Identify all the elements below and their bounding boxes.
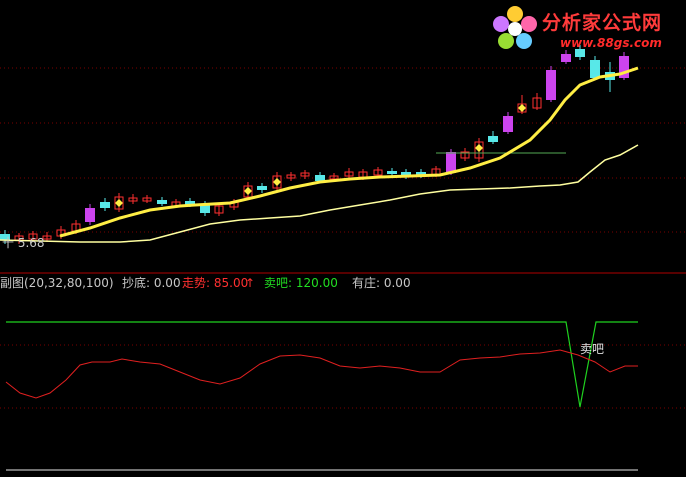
- signal-marker: [115, 199, 123, 207]
- candle-body: [315, 175, 325, 181]
- candle-body: [503, 116, 513, 132]
- candlesticks: [0, 45, 629, 244]
- signal-marker: [244, 187, 252, 195]
- candle-body: [157, 200, 167, 204]
- legend-youzhuang: 有庄: 0.00: [352, 276, 411, 290]
- candle-body: [590, 60, 600, 78]
- logo-title: 分析家公式网: [542, 12, 663, 34]
- sell-signal-line: [6, 321, 638, 408]
- site-logo[interactable]: 分析家公式网 www.88gs.com: [486, 2, 684, 56]
- legend-chaodi: 抄底: 0.00: [122, 276, 181, 290]
- candle-body: [85, 208, 95, 222]
- candle-body: [100, 202, 110, 208]
- signal-marker: [518, 104, 526, 112]
- candle-body: [387, 171, 397, 174]
- chart-canvas[interactable]: [0, 0, 686, 477]
- logo-url: www.88gs.com: [560, 36, 662, 50]
- candle-body: [200, 205, 210, 213]
- indicator-legend: 副图(20,32,80,100) 抄底: 0.00 走势: 85.00 ↑ 卖吧…: [0, 274, 686, 292]
- candle-body: [446, 152, 456, 173]
- sell-annotation: 卖吧: [580, 342, 605, 356]
- price-crosshair-label: 十 5.68: [2, 236, 45, 250]
- legend-maiba: 卖吧: 120.00: [264, 276, 338, 290]
- candle-body: [546, 70, 556, 100]
- signal-marker: [475, 144, 483, 152]
- candle-body: [488, 136, 498, 142]
- flower-logo-icon: [493, 6, 537, 49]
- legend-zoushi: 走势: 85.00: [182, 276, 249, 290]
- indicator-title[interactable]: 副图(20,32,80,100): [0, 274, 114, 292]
- signal-marker: [273, 178, 281, 186]
- up-arrow-icon: ↑: [245, 276, 256, 290]
- trend-line: [5, 349, 638, 399]
- candle-body: [257, 186, 267, 190]
